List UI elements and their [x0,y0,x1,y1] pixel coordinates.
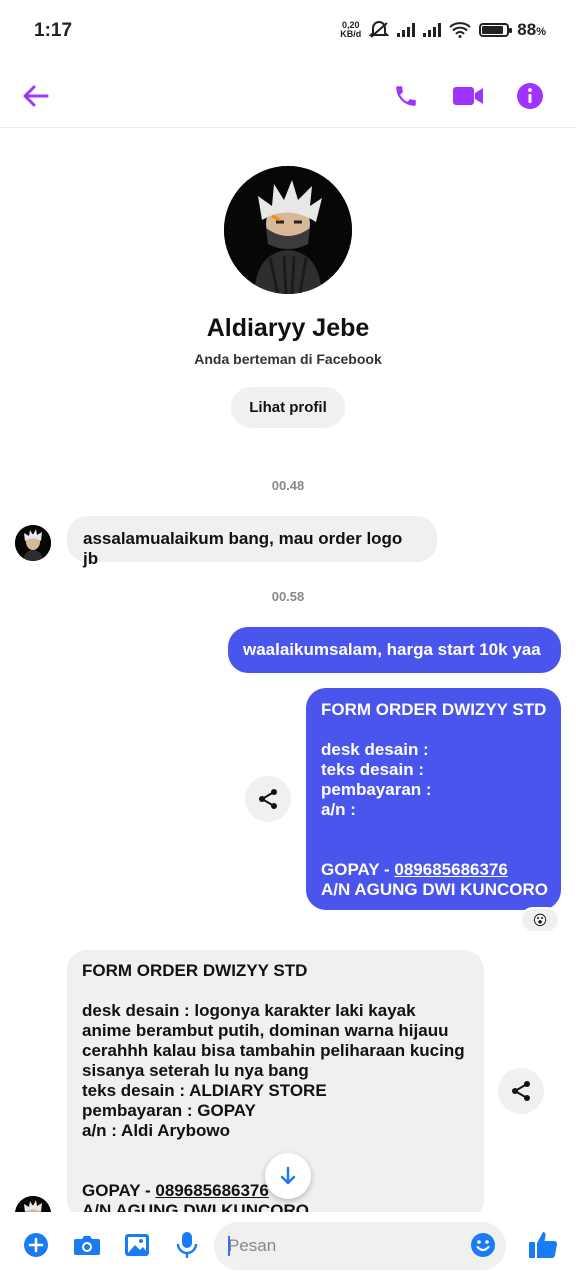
network-speed: 0,20 KB/d [340,20,362,39]
message-reaction[interactable]: 😮 [520,907,560,933]
incoming-message[interactable]: assalamualaikum bang, mau order logo jb [67,516,437,568]
gallery-button[interactable] [118,1226,156,1264]
microphone-icon [176,1232,198,1258]
timestamp: 00.48 [271,478,305,493]
message-text: waalaikumsalam, harga start 10k yaa [243,640,541,659]
phone-icon [396,86,416,106]
back-button[interactable] [14,74,58,118]
timestamp: 00.58 [271,589,305,604]
text-caret [228,1236,230,1256]
call-button[interactable] [384,74,428,118]
like-button[interactable] [524,1226,562,1264]
plus-icon [24,1233,48,1257]
info-icon [517,83,543,109]
share-button[interactable] [498,1068,544,1114]
arrow-left-icon [23,85,49,107]
image-icon [125,1234,149,1256]
outgoing-message[interactable]: waalaikumsalam, harga start 10k yaa [228,627,561,673]
sender-avatar[interactable] [15,525,51,561]
mute-icon [369,21,390,38]
wifi-icon [449,22,471,38]
video-camera-icon [453,87,483,105]
profile-avatar[interactable] [224,166,352,294]
add-button[interactable] [17,1226,55,1264]
voice-button[interactable] [168,1226,206,1264]
signal-icon-2 [423,23,442,37]
phone-number-link[interactable]: 089685686376 [394,860,507,879]
share-button[interactable] [245,776,291,822]
video-call-button[interactable] [446,74,490,118]
thumbs-up-icon [529,1232,558,1258]
outgoing-form-message[interactable]: FORM ORDER DWIZYY STD desk desain : teks… [306,688,561,910]
scroll-to-bottom-button[interactable] [265,1153,311,1199]
profile-card: Aldiaryy Jebe Anda berteman di Facebook … [0,166,576,428]
message-input[interactable] [214,1222,506,1270]
battery-percent: 88% [517,20,546,39]
message-text: assalamualaikum bang, mau order logo jb [83,529,403,568]
signal-icon [397,23,416,37]
info-button[interactable] [508,74,552,118]
profile-name: Aldiaryy Jebe [206,314,370,342]
phone-number-link[interactable]: 089685686376 [155,1181,268,1200]
profile-relationship: Anda berteman di Facebook [194,351,382,367]
chat-header [0,64,576,128]
message-composer [0,1212,576,1280]
emoji-icon [471,1233,495,1257]
view-profile-button[interactable]: Lihat profil [231,387,345,428]
camera-icon [74,1236,100,1255]
share-icon [512,1081,530,1101]
arrow-down-icon [280,1166,296,1185]
status-icons: 0,20 KB/d 88% [340,20,546,40]
share-icon [259,789,277,809]
avatar-illustration [224,166,352,294]
battery-icon [479,23,513,37]
battery-fill [482,26,504,34]
emoji-button[interactable] [464,1226,502,1264]
camera-button[interactable] [68,1226,106,1264]
status-bar: 1:17 0,20 KB/d 88% [0,0,576,64]
status-time: 1:17 [34,20,73,41]
